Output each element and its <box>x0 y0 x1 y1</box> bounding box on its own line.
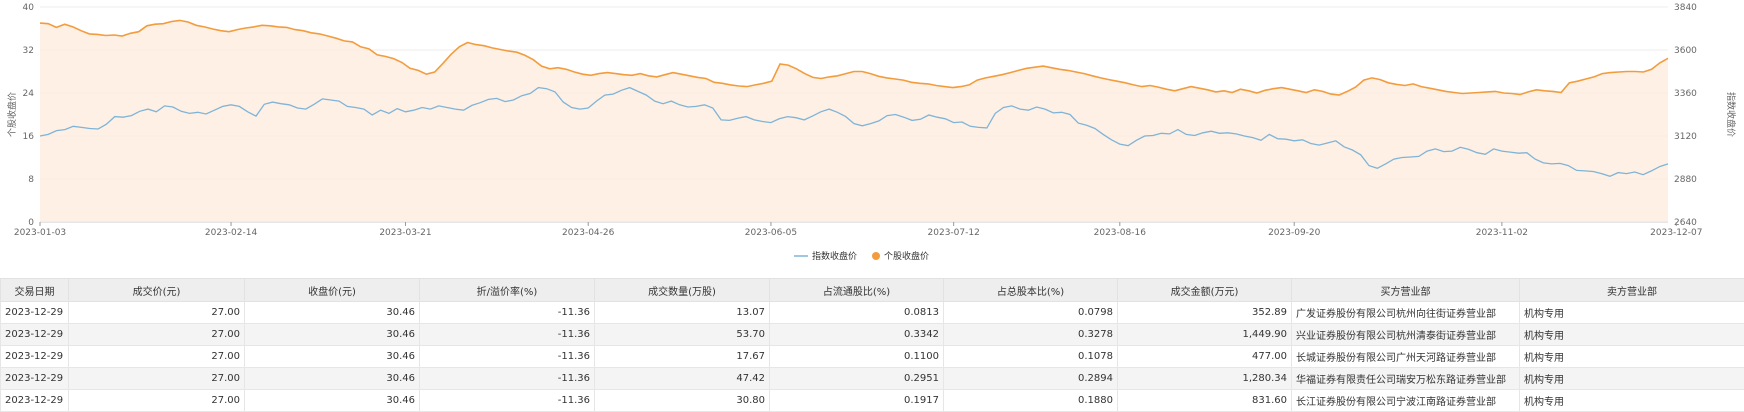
column-header[interactable]: 占总股本比(%) <box>943 278 1118 302</box>
x-tick-label: 2023-09-20 <box>1268 228 1321 238</box>
y-left-tick-label: 0 <box>28 218 34 228</box>
table-cell: 30.46 <box>244 389 420 412</box>
table-cell: 30.46 <box>244 301 420 324</box>
table-cell: 0.3342 <box>769 323 944 346</box>
table-cell: 1,280.34 <box>1117 367 1292 390</box>
chart-svg: 0 8 16 24 32 40 2640 2880 3120 3360 3600 3840 2023-0… <box>6 3 1737 262</box>
y-left-tick-label: 40 <box>23 3 35 13</box>
table-cell: 0.2951 <box>769 367 944 390</box>
x-tick-label: 2023-07-12 <box>928 228 980 238</box>
table-cell: 0.1100 <box>769 345 944 368</box>
table-cell: 53.70 <box>594 323 770 346</box>
legend-swatch-stock <box>872 252 880 260</box>
y-left-tick-label: 8 <box>28 175 34 185</box>
table-cell: 机构专用 <box>1519 345 1744 368</box>
table-cell: 0.1078 <box>943 345 1118 368</box>
table-cell: 30.46 <box>244 367 420 390</box>
x-tick-label: 2023-02-14 <box>205 228 258 238</box>
table-cell: 2023-12-29 <box>0 323 69 346</box>
table-cell: 机构专用 <box>1519 389 1744 412</box>
x-tick-label: 2023-11-02 <box>1476 228 1528 238</box>
y-right-tick-label: 2880 <box>1674 175 1697 185</box>
y-right-tick-label: 3360 <box>1674 89 1697 99</box>
table-cell: -11.36 <box>419 367 595 390</box>
x-tick-label: 2023-01-03 <box>14 228 66 238</box>
table-cell: -11.36 <box>419 389 595 412</box>
table-cell: 831.60 <box>1117 389 1292 412</box>
column-header[interactable]: 成交价(元) <box>68 278 245 302</box>
table-cell: 0.2894 <box>943 367 1118 390</box>
table-cell: 27.00 <box>68 367 245 390</box>
table-cell: -11.36 <box>419 301 595 324</box>
table-cell: 47.42 <box>594 367 770 390</box>
legend-label-index: 指数收盘价 <box>812 250 857 262</box>
table-cell: 13.07 <box>594 301 770 324</box>
table-cell: 机构专用 <box>1519 323 1744 346</box>
column-header[interactable]: 买方营业部 <box>1291 278 1520 302</box>
table-cell: 30.80 <box>594 389 770 412</box>
table-cell: 17.67 <box>594 345 770 368</box>
y-left-tick-label: 24 <box>23 89 35 99</box>
table-cell: 0.0798 <box>943 301 1118 324</box>
table-cell: 0.1880 <box>943 389 1118 412</box>
table-cell: 广发证券股份有限公司杭州向往街证券营业部 <box>1291 301 1520 324</box>
column-header[interactable]: 成交数量(万股) <box>594 278 770 302</box>
table-row: 2023-12-29 27.00 30.46 -11.36 17.67 0.1100 0.1… <box>0 345 1744 368</box>
x-tick-label: 2023-06-05 <box>745 228 797 238</box>
table-row: 2023-12-29 27.00 30.46 -11.36 47.42 0.2951 0.2… <box>0 367 1744 390</box>
column-header[interactable]: 交易日期 <box>0 278 69 302</box>
table-row: 2023-12-29 27.00 30.46 -11.36 53.70 0.3342 0.3… <box>0 323 1744 346</box>
table-cell: 27.00 <box>68 345 245 368</box>
table-cell: 27.00 <box>68 323 245 346</box>
table-row: 2023-12-29 27.00 30.46 -11.36 30.80 0.1917 0.1… <box>0 389 1744 412</box>
y-right-tick-label: 3600 <box>1674 46 1697 56</box>
block-trade-table: 交易日期 成交价(元) 收盘价(元) 折/溢价率(%) 成交数量(万股) 占流通股比(%)… <box>0 278 1744 412</box>
table-cell: 2023-12-29 <box>0 345 69 368</box>
y-right-tick-label: 3120 <box>1674 132 1697 142</box>
block-trade-table-container: 交易日期 成交价(元) 收盘价(元) 折/溢价率(%) 成交数量(万股) 占流通股比(%)… <box>0 278 1744 412</box>
table-cell: -11.36 <box>419 323 595 346</box>
x-tick-label: 2023-03-21 <box>379 228 431 238</box>
table-cell: 机构专用 <box>1519 367 1744 390</box>
table-cell: 0.1917 <box>769 389 944 412</box>
table-cell: 2023-12-29 <box>0 367 69 390</box>
table-cell: 兴业证券股份有限公司杭州清泰街证券营业部 <box>1291 323 1520 346</box>
legend-label-stock: 个股收盘价 <box>884 250 929 262</box>
y-left-axis-title: 个股收盘价 <box>6 92 18 137</box>
table-cell: 30.46 <box>244 323 420 346</box>
table-cell: 352.89 <box>1117 301 1292 324</box>
column-header[interactable]: 折/溢价率(%) <box>419 278 595 302</box>
column-header[interactable]: 成交金额(万元) <box>1117 278 1292 302</box>
y-left-tick-label: 32 <box>23 46 34 56</box>
table-cell: 长江证券股份有限公司宁波江南路证券营业部 <box>1291 389 1520 412</box>
column-header[interactable]: 卖方营业部 <box>1519 278 1744 302</box>
table-cell: 2023-12-29 <box>0 301 69 324</box>
table-cell: 2023-12-29 <box>0 389 69 412</box>
table-cell: 30.46 <box>244 345 420 368</box>
x-tick-label: 2023-12-07 <box>1650 228 1702 238</box>
y-left-tick-label: 16 <box>23 132 35 142</box>
table-cell: 机构专用 <box>1519 301 1744 324</box>
table-cell: 0.0813 <box>769 301 944 324</box>
series-area-stock-close <box>40 20 1668 223</box>
x-tick-label: 2023-04-26 <box>562 228 615 238</box>
table-cell: 0.3278 <box>943 323 1118 346</box>
table-row: 2023-12-29 27.00 30.46 -11.36 13.07 0.0813 0.0… <box>0 301 1744 324</box>
table-cell: -11.36 <box>419 345 595 368</box>
x-tick-label: 2023-08-16 <box>1094 228 1147 238</box>
table-cell: 27.00 <box>68 389 245 412</box>
table-cell: 477.00 <box>1117 345 1292 368</box>
price-chart: 0 8 16 24 32 40 2640 2880 3120 3360 3600 3840 2023-0… <box>0 0 1744 270</box>
table-cell: 27.00 <box>68 301 245 324</box>
table-body: 2023-12-29 27.00 30.46 -11.36 13.07 0.0813 0.0… <box>0 301 1744 412</box>
table-cell: 长城证券股份有限公司广州天河路证券营业部 <box>1291 345 1520 368</box>
y-right-axis-title: 指数收盘价 <box>1725 92 1737 137</box>
y-right-tick-label: 3840 <box>1674 3 1697 13</box>
table-header-row: 交易日期 成交价(元) 收盘价(元) 折/溢价率(%) 成交数量(万股) 占流通股比(%)… <box>0 278 1744 302</box>
column-header[interactable]: 收盘价(元) <box>244 278 420 302</box>
table-cell: 1,449.90 <box>1117 323 1292 346</box>
y-right-tick-label: 2640 <box>1674 218 1697 228</box>
table-cell: 华福证券有限责任公司瑞安万松东路证券营业部 <box>1291 367 1520 390</box>
column-header[interactable]: 占流通股比(%) <box>769 278 944 302</box>
